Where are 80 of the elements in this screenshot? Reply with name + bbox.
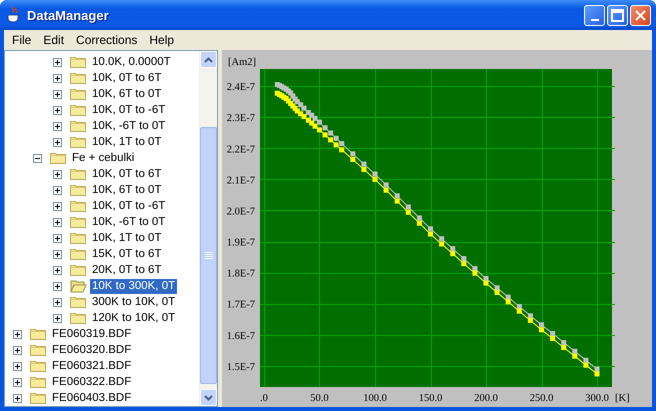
tree-item[interactable]: 10K, 0T to -6T xyxy=(90,198,168,214)
collapse-icon[interactable] xyxy=(33,154,42,162)
expand-icon[interactable] xyxy=(53,314,62,322)
close-icon xyxy=(635,10,646,20)
tree-item[interactable]: 10K, 1T to 0T xyxy=(90,230,164,246)
tree-item[interactable]: 10.0K, 0.0000T xyxy=(90,54,173,70)
tree-item[interactable]: 10K, -6T to 0T xyxy=(90,118,168,134)
y-tick-label: 2.2E-7 xyxy=(226,144,255,156)
scroll-down-button[interactable] xyxy=(200,389,217,406)
expand-icon[interactable] xyxy=(53,138,62,146)
expand-icon[interactable] xyxy=(13,362,22,370)
expand-icon[interactable] xyxy=(53,170,62,178)
y-tick-label: 2.0E-7 xyxy=(226,206,255,218)
expand-icon[interactable] xyxy=(53,266,62,274)
tree-item[interactable]: 20K, 0T to 6T xyxy=(90,262,164,278)
menu-item[interactable]: File xyxy=(6,31,38,49)
maximize-icon xyxy=(611,8,624,22)
y-tick-label: 1.8E-7 xyxy=(226,268,255,280)
tree-item[interactable]: 10K, 6T to 0T xyxy=(90,86,164,102)
caret-up-icon xyxy=(204,56,213,62)
y-tick-label: 1.5E-7 xyxy=(226,362,255,373)
caret-down-icon xyxy=(204,394,213,400)
tree-item[interactable]: 10K, 0T to 6T xyxy=(90,70,164,86)
tree-item[interactable]: 10K to 300K, 0T xyxy=(90,278,178,294)
x-tick-label: 300.0 xyxy=(585,393,609,404)
window-title: DataManager xyxy=(27,8,110,22)
maximize-button[interactable] xyxy=(607,4,628,26)
expand-icon[interactable] xyxy=(53,106,62,114)
x-tick-label: .0 xyxy=(260,393,268,404)
tree-item[interactable]: FE060321.BDF xyxy=(50,358,134,374)
x-tick-label: 50.0 xyxy=(310,393,329,404)
menu-item[interactable]: Edit xyxy=(37,31,70,49)
y-tick-label: 2.4E-7 xyxy=(226,82,255,94)
scrollbar-thumb[interactable] xyxy=(200,127,217,384)
cup-icon xyxy=(6,6,22,24)
tree-item[interactable]: 10K, 0T to -6T xyxy=(90,102,168,118)
minimize-button[interactable] xyxy=(584,4,605,26)
expand-icon[interactable] xyxy=(53,186,62,194)
tree-item[interactable]: 10K, -6T to 0T xyxy=(90,214,168,230)
tree-item[interactable]: 15K, 0T to 6T xyxy=(90,246,164,262)
x-tick-label: 200.0 xyxy=(474,393,498,404)
tree-item[interactable]: FE060319.BDF xyxy=(50,326,134,342)
y-tick-label: 1.9E-7 xyxy=(226,238,255,249)
tree-item[interactable]: 10K, 0T to 6T xyxy=(90,166,164,182)
x-tick-label: 100.0 xyxy=(363,393,387,404)
tree-item[interactable]: FE060403.BDF xyxy=(50,390,134,406)
x-tick-label: 250.0 xyxy=(530,393,554,404)
expand-icon[interactable] xyxy=(53,202,62,210)
tree-item[interactable]: FE060320.BDF xyxy=(50,342,134,358)
y-tick-label: 2.3E-7 xyxy=(226,113,255,124)
tree-item[interactable]: 300K to 10K, 0T xyxy=(90,294,178,310)
expand-icon[interactable] xyxy=(13,346,22,354)
expand-icon[interactable] xyxy=(53,218,62,226)
y-tick-label: 1.6E-7 xyxy=(226,330,255,342)
tree-item[interactable]: FE060322.BDF xyxy=(50,374,134,390)
expand-icon[interactable] xyxy=(53,298,62,306)
tree-item[interactable]: 120K to 10K, 0T xyxy=(90,310,178,326)
x-tick-label: 150.0 xyxy=(418,393,442,404)
expand-icon[interactable] xyxy=(53,90,62,98)
expand-icon[interactable] xyxy=(53,122,62,130)
expand-icon[interactable] xyxy=(53,250,62,258)
expand-icon[interactable] xyxy=(53,282,62,290)
minimize-icon xyxy=(590,18,598,20)
expand-icon[interactable] xyxy=(13,394,22,402)
expand-icon[interactable] xyxy=(13,330,22,338)
tree-item[interactable]: Fe + cebulki xyxy=(70,150,136,166)
y-tick-label: 2.1E-7 xyxy=(226,175,255,186)
x-axis-label: [K] xyxy=(615,393,630,404)
expand-icon[interactable] xyxy=(53,58,62,66)
menu-item[interactable]: Help xyxy=(143,31,180,49)
tree-item[interactable]: 10K, 1T to 0T xyxy=(90,134,164,150)
y-axis-label: [Am2] xyxy=(228,57,256,68)
scroll-up-button[interactable] xyxy=(200,51,217,68)
expand-icon[interactable] xyxy=(13,378,22,386)
y-tick-label: 1.7E-7 xyxy=(226,300,255,311)
tree-item[interactable]: 10K, 6T to 0T xyxy=(90,182,164,198)
close-button[interactable] xyxy=(630,4,651,26)
menu-item[interactable]: Corrections xyxy=(70,31,144,49)
expand-icon[interactable] xyxy=(53,74,62,82)
expand-icon[interactable] xyxy=(53,234,62,242)
